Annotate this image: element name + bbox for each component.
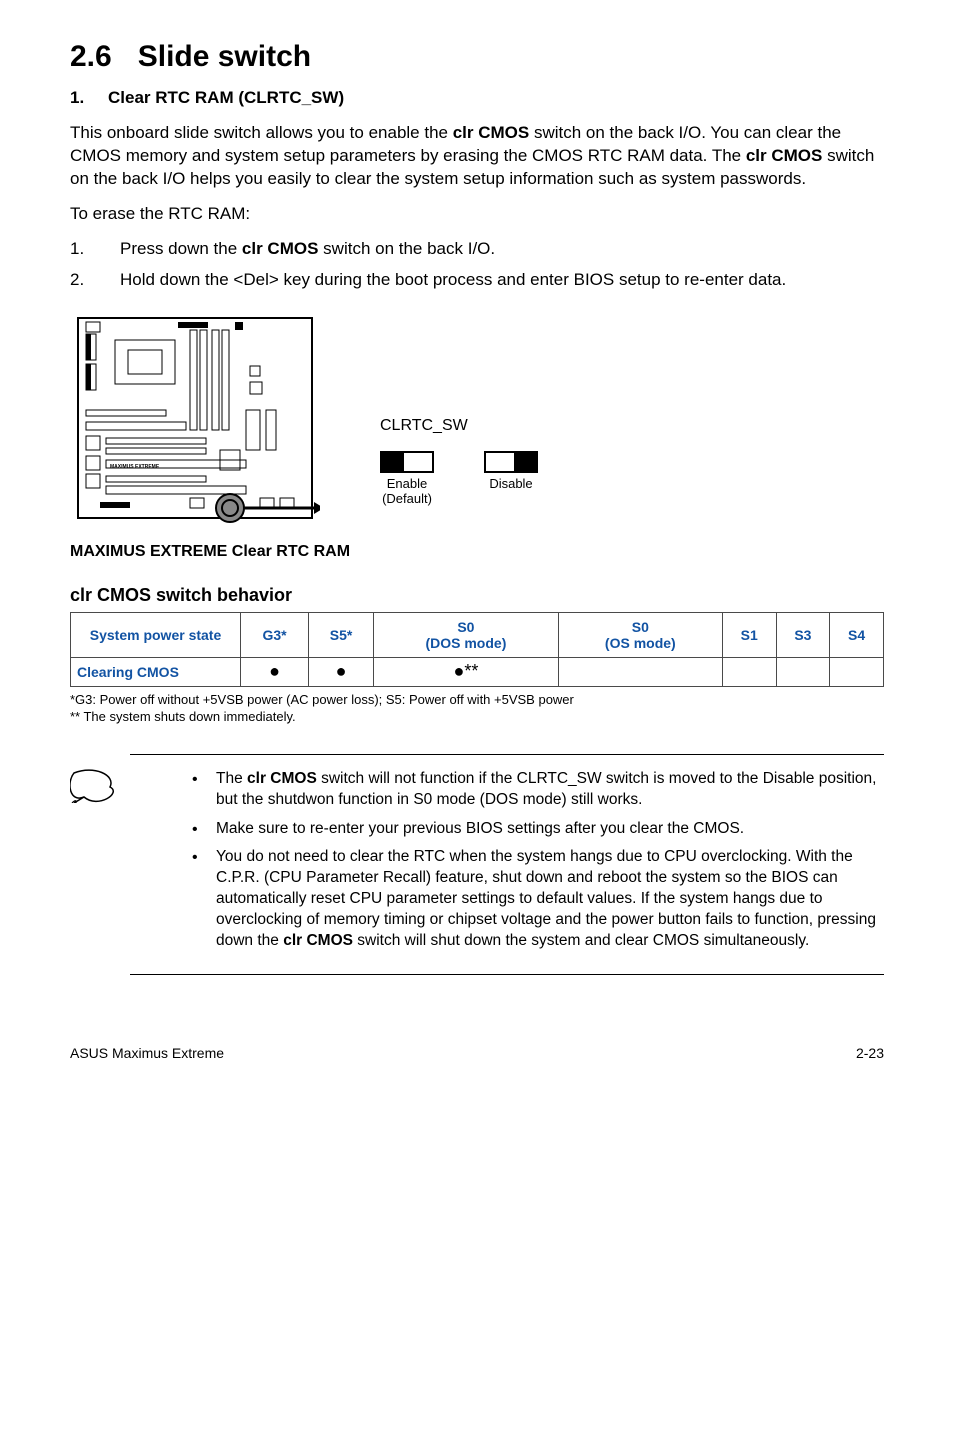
section-text: Slide switch (138, 40, 311, 73)
th-s1: S1 (722, 612, 776, 657)
th-s4: S4 (830, 612, 884, 657)
cell-s0-dos: ●** (374, 657, 559, 686)
cell-s3 (776, 657, 830, 686)
th-s0-dos: S0 (DOS mode) (374, 612, 559, 657)
behavior-table: System power state G3* S5* S0 (DOS mode)… (70, 612, 884, 687)
note-item-2: Make sure to re-enter your previous BIOS… (190, 819, 878, 840)
item-title: 1.Clear RTC RAM (CLRTC_SW) (70, 88, 884, 108)
cell-s4 (830, 657, 884, 686)
switch-pin-label: CLRTC_SW (380, 417, 538, 435)
page-footer: ASUS Maximus Extreme 2-23 (0, 1005, 954, 1085)
table-row: Clearing CMOS ● ● ●** (71, 657, 884, 686)
row-label: Clearing CMOS (71, 657, 241, 686)
note-item-3: You do not need to clear the RTC when th… (190, 847, 878, 952)
note-box: The clr CMOS switch will not function if… (130, 754, 884, 975)
behavior-heading: clr CMOS switch behavior (70, 585, 884, 606)
cell-s0-os (558, 657, 722, 686)
th-s0-os: S0 (OS mode) (558, 612, 722, 657)
switch-default-label: (Default) (380, 492, 434, 507)
step-2: Hold down the <Del> key during the boot … (70, 269, 884, 292)
svg-text:MAXIMUS EXTREME: MAXIMUS EXTREME (110, 464, 160, 470)
cell-s1 (722, 657, 776, 686)
diagram-caption: MAXIMUS EXTREME Clear RTC RAM (70, 543, 884, 561)
th-s3: S3 (776, 612, 830, 657)
switch-enable: Enable (Default) (380, 451, 434, 507)
table-header-row: System power state G3* S5* S0 (DOS mode)… (71, 612, 884, 657)
item-number: 1. (70, 88, 108, 108)
footer-left: ASUS Maximus Extreme (70, 1045, 224, 1061)
note-item-1: The clr CMOS switch will not function if… (190, 769, 878, 811)
switch-diagram: CLRTC_SW Enable (Default) Disable (380, 417, 538, 535)
switch-disable: Disable (484, 451, 538, 507)
cell-g3: ● (241, 657, 309, 686)
steps-list: Press down the clr CMOS switch on the ba… (70, 238, 884, 292)
switch-disable-icon (484, 451, 538, 473)
diagram-area: MAXIMUS EXTREME CLRTC_SW Enable (Default… (70, 310, 884, 535)
step-1: Press down the clr CMOS switch on the ba… (70, 238, 884, 261)
cell-s5: ● (309, 657, 374, 686)
intro-paragraph-1: This onboard slide switch allows you to … (70, 122, 884, 191)
switch-enable-icon (380, 451, 434, 473)
th-state: System power state (71, 612, 241, 657)
footnote-1: *G3: Power off without +5VSB power (AC p… (70, 691, 884, 709)
table-footnotes: *G3: Power off without +5VSB power (AC p… (70, 691, 884, 726)
motherboard-diagram: MAXIMUS EXTREME (70, 310, 320, 535)
intro-paragraph-2: To erase the RTC RAM: (70, 203, 884, 226)
note-icon (70, 769, 116, 803)
th-g3: G3* (241, 612, 309, 657)
section-number: 2.6 (70, 40, 112, 74)
switch-enable-label: Enable (380, 477, 434, 492)
footer-right: 2-23 (856, 1045, 884, 1061)
th-s5: S5* (309, 612, 374, 657)
section-title: 2.6 Slide switch (70, 40, 884, 74)
item-text: Clear RTC RAM (CLRTC_SW) (108, 88, 344, 107)
switch-disable-label: Disable (484, 477, 538, 492)
footnote-2: ** The system shuts down immediately. (70, 708, 884, 726)
